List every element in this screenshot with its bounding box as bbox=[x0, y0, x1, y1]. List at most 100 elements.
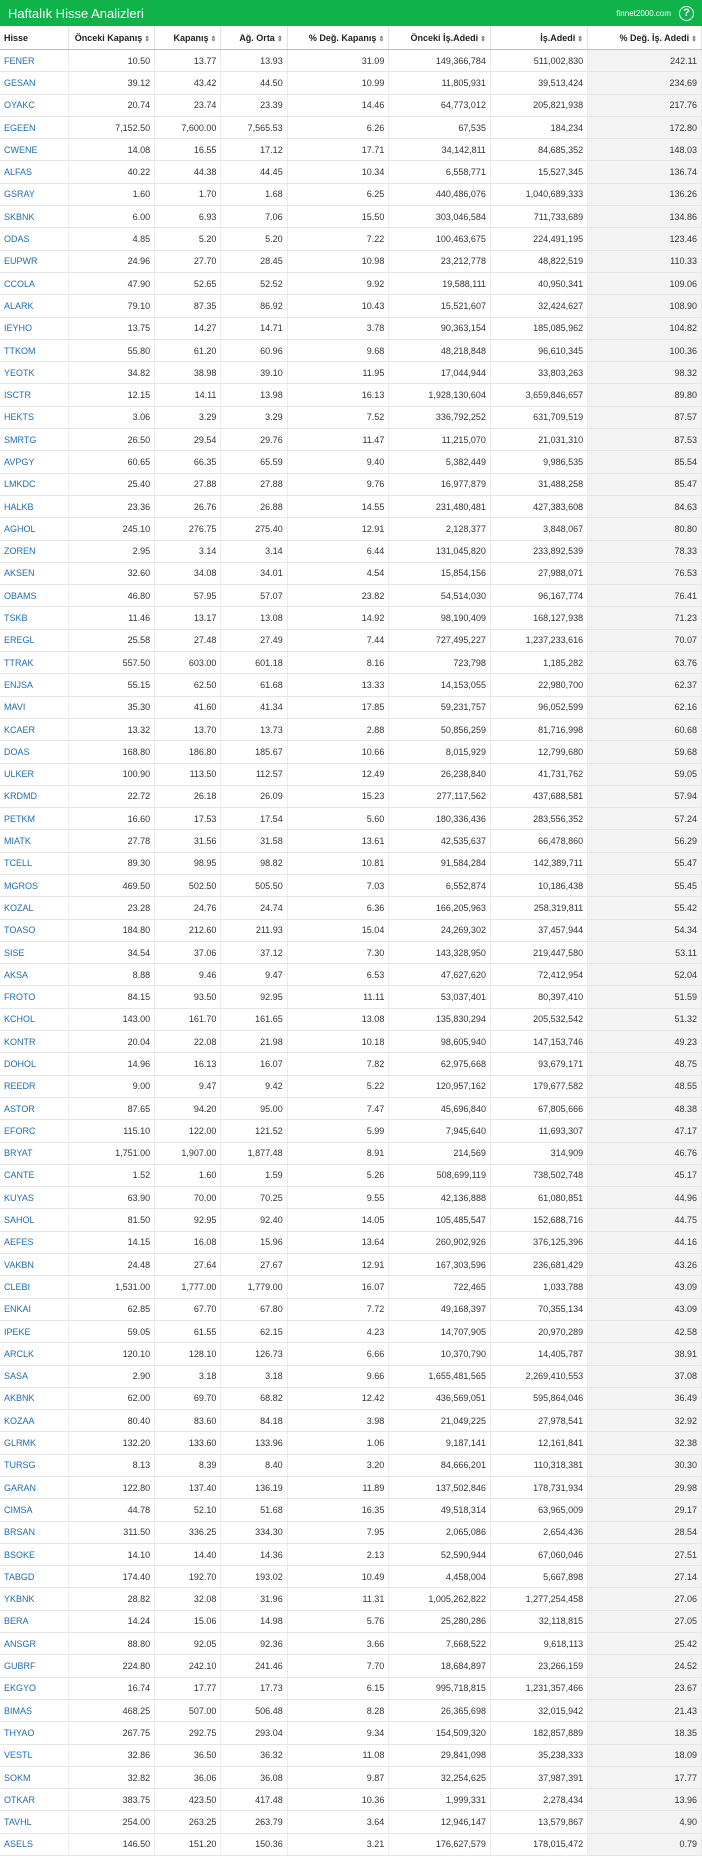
table-cell: 52.10 bbox=[154, 1498, 222, 1522]
stock-symbol-link[interactable]: TAVHL bbox=[0, 1810, 69, 1834]
stock-symbol-link[interactable]: MAVI bbox=[0, 696, 69, 719]
stock-symbol-link[interactable]: KCHOL bbox=[0, 1008, 69, 1032]
stock-symbol-link[interactable]: SOKM bbox=[0, 1766, 69, 1790]
stock-symbol-link[interactable]: ODAS bbox=[0, 227, 69, 251]
stock-symbol-link[interactable]: AKSA bbox=[0, 963, 69, 987]
stock-symbol-link[interactable]: IPEKE bbox=[0, 1320, 69, 1344]
sort-icon[interactable]: ⇕ bbox=[378, 36, 384, 43]
stock-symbol-link[interactable]: SMRTG bbox=[0, 428, 69, 452]
stock-symbol-link[interactable]: ANSGR bbox=[0, 1632, 69, 1656]
stock-symbol-link[interactable]: KUYAS bbox=[0, 1186, 69, 1210]
stock-symbol-link[interactable]: CLEBI bbox=[0, 1275, 69, 1299]
stock-symbol-link[interactable]: KOZAA bbox=[0, 1409, 69, 1433]
stock-symbol-link[interactable]: BERA bbox=[0, 1610, 69, 1634]
stock-symbol-link[interactable]: AKSEN bbox=[0, 562, 69, 586]
stock-symbol-link[interactable]: EGEEN bbox=[0, 116, 69, 140]
stock-symbol-link[interactable]: OYAKC bbox=[0, 94, 69, 117]
stock-symbol-link[interactable]: MIATK bbox=[0, 829, 69, 853]
stock-symbol-link[interactable]: BRSAN bbox=[0, 1521, 69, 1544]
stock-symbol-link[interactable]: GARAN bbox=[0, 1476, 69, 1500]
stock-symbol-link[interactable]: OTKAR bbox=[0, 1788, 69, 1812]
stock-symbol-link[interactable]: DOHOL bbox=[0, 1052, 69, 1076]
col-header-close-change[interactable]: % Değ. Kapanış ⇕ bbox=[287, 26, 390, 50]
sort-icon[interactable]: ⇕ bbox=[277, 36, 283, 43]
stock-symbol-link[interactable]: ARCLK bbox=[0, 1342, 69, 1366]
stock-symbol-link[interactable]: AVPGY bbox=[0, 450, 69, 474]
stock-symbol-link[interactable]: BRYAT bbox=[0, 1142, 69, 1165]
sort-icon[interactable]: ⇕ bbox=[480, 36, 486, 43]
table-cell: 17.85 bbox=[287, 696, 390, 719]
stock-symbol-link[interactable]: KONTR bbox=[0, 1030, 69, 1054]
stock-symbol-link[interactable]: ENKAI bbox=[0, 1298, 69, 1321]
stock-symbol-link[interactable]: CANTE bbox=[0, 1164, 69, 1188]
brand-link[interactable]: finnet2000.com bbox=[616, 9, 671, 18]
stock-symbol-link[interactable]: SAHOL bbox=[0, 1208, 69, 1232]
col-header-prev-close[interactable]: Önceki Kapanış ⇕ bbox=[68, 26, 156, 50]
stock-symbol-link[interactable]: ALFAS bbox=[0, 160, 69, 184]
stock-symbol-link[interactable]: HEKTS bbox=[0, 406, 69, 430]
stock-symbol-link[interactable]: ISCTR bbox=[0, 383, 69, 407]
stock-symbol-link[interactable]: GUBRF bbox=[0, 1654, 69, 1678]
stock-symbol-link[interactable]: BSOKE bbox=[0, 1543, 69, 1567]
stock-symbol-link[interactable]: AKBNK bbox=[0, 1387, 69, 1411]
stock-symbol-link[interactable]: CIMSA bbox=[0, 1498, 69, 1522]
stock-symbol-link[interactable]: ULKER bbox=[0, 763, 69, 786]
stock-symbol-link[interactable]: PETKM bbox=[0, 807, 69, 831]
stock-symbol-link[interactable]: GLRMK bbox=[0, 1431, 69, 1455]
stock-symbol-link[interactable]: BIMAS bbox=[0, 1699, 69, 1723]
sort-icon[interactable]: ⇕ bbox=[691, 36, 697, 43]
stock-symbol-link[interactable]: REEDR bbox=[0, 1075, 69, 1098]
stock-symbol-link[interactable]: TOASO bbox=[0, 919, 69, 942]
stock-symbol-link[interactable]: YEOTK bbox=[0, 361, 69, 385]
stock-symbol-link[interactable]: EUPWR bbox=[0, 250, 69, 273]
stock-symbol-link[interactable]: AEFES bbox=[0, 1231, 69, 1255]
stock-symbol-link[interactable]: TURSG bbox=[0, 1454, 69, 1478]
stock-symbol-link[interactable]: TABGD bbox=[0, 1565, 69, 1589]
col-header-trades[interactable]: İş.Adedi ⇕ bbox=[490, 26, 589, 50]
stock-symbol-link[interactable]: EREGL bbox=[0, 629, 69, 653]
stock-symbol-link[interactable]: SISE bbox=[0, 941, 69, 965]
stock-symbol-link[interactable]: ZOREN bbox=[0, 540, 69, 563]
stock-symbol-link[interactable]: OBAMS bbox=[0, 584, 69, 608]
stock-symbol-link[interactable]: TSKB bbox=[0, 606, 69, 630]
stock-symbol-link[interactable]: GESAN bbox=[0, 71, 69, 95]
stock-symbol-link[interactable]: EFORC bbox=[0, 1119, 69, 1143]
col-header-weighted-avg[interactable]: Ağ. Orta ⇕ bbox=[220, 26, 288, 50]
stock-symbol-link[interactable]: MGROS bbox=[0, 874, 69, 898]
col-header-close[interactable]: Kapanış ⇕ bbox=[154, 26, 222, 50]
stock-symbol-link[interactable]: ENJSA bbox=[0, 673, 69, 697]
stock-symbol-link[interactable]: FENER bbox=[0, 49, 69, 73]
help-icon[interactable]: ? bbox=[679, 5, 694, 21]
sort-icon[interactable]: ⇕ bbox=[577, 36, 583, 43]
stock-symbol-link[interactable]: FROTO bbox=[0, 985, 69, 1009]
stock-symbol-link[interactable]: SKBNK bbox=[0, 205, 69, 229]
stock-symbol-link[interactable]: THYAO bbox=[0, 1721, 69, 1745]
stock-symbol-link[interactable]: KRDMD bbox=[0, 785, 69, 809]
col-header-trades-change[interactable]: % Değ. İş. Adedi ⇕ bbox=[587, 26, 702, 50]
stock-symbol-link[interactable]: IEYHO bbox=[0, 317, 69, 340]
stock-symbol-link[interactable]: SASA bbox=[0, 1365, 69, 1388]
stock-symbol-link[interactable]: HALKB bbox=[0, 495, 69, 519]
col-header-prev-trades[interactable]: Önceki İş.Adedi ⇕ bbox=[388, 26, 491, 50]
table-cell: 14.71 bbox=[220, 317, 288, 340]
stock-symbol-link[interactable]: VESTL bbox=[0, 1744, 69, 1767]
stock-symbol-link[interactable]: TTRAK bbox=[0, 651, 69, 675]
stock-symbol-link[interactable]: ALARK bbox=[0, 294, 69, 318]
stock-symbol-link[interactable]: VAKBN bbox=[0, 1253, 69, 1277]
stock-symbol-link[interactable]: KCAER bbox=[0, 718, 69, 742]
stock-symbol-link[interactable]: KOZAL bbox=[0, 896, 69, 920]
stock-symbol-link[interactable]: DOAS bbox=[0, 740, 69, 764]
stock-symbol-link[interactable]: TCELL bbox=[0, 852, 69, 875]
stock-symbol-link[interactable]: TTKOM bbox=[0, 339, 69, 363]
stock-symbol-link[interactable]: ASTOR bbox=[0, 1097, 69, 1121]
stock-symbol-link[interactable]: ASELS bbox=[0, 1833, 69, 1857]
sort-icon[interactable]: ⇕ bbox=[144, 36, 150, 43]
stock-symbol-link[interactable]: CWENE bbox=[0, 138, 69, 162]
stock-symbol-link[interactable]: AGHOL bbox=[0, 517, 69, 541]
sort-icon[interactable]: ⇕ bbox=[211, 36, 217, 43]
stock-symbol-link[interactable]: YKBNK bbox=[0, 1587, 69, 1611]
stock-symbol-link[interactable]: CCOLA bbox=[0, 272, 69, 296]
stock-symbol-link[interactable]: EKGYO bbox=[0, 1677, 69, 1700]
stock-symbol-link[interactable]: GSRAY bbox=[0, 183, 69, 207]
stock-symbol-link[interactable]: LMKDC bbox=[0, 473, 69, 496]
